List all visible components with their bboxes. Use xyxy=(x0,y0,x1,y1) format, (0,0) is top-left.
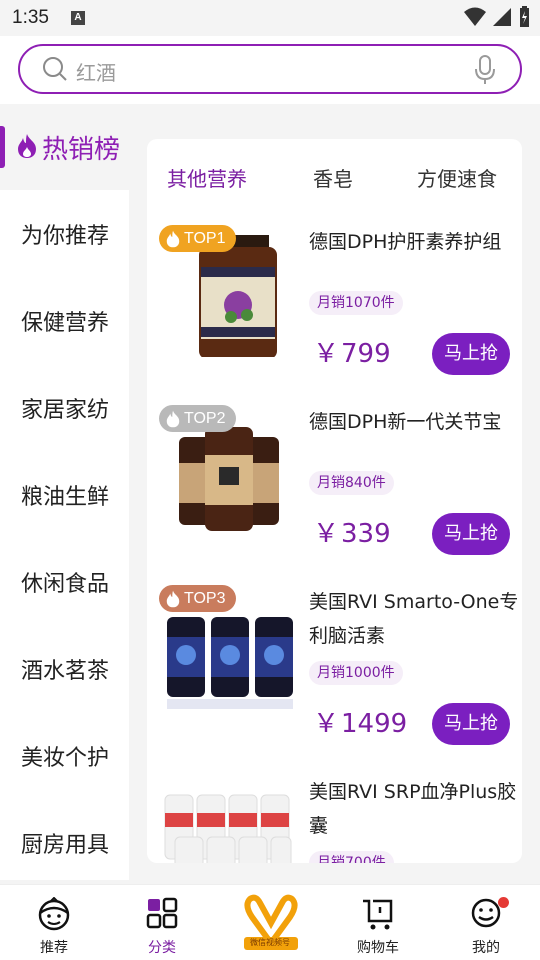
category-item[interactable]: 家居家纺 xyxy=(0,364,129,451)
category-label: 美妆个护 xyxy=(21,746,110,771)
price-currency: ￥ xyxy=(313,519,340,549)
product-name: 德国DPH护肝素养护组 xyxy=(309,231,502,253)
category-label: 保健营养 xyxy=(21,311,110,336)
buy-now-button[interactable]: 马上抢 xyxy=(432,703,510,745)
search-bar-container: 红酒 xyxy=(0,36,540,104)
nav-wechat-channels[interactable]: 微信视频号 xyxy=(216,885,324,960)
flame-icon xyxy=(166,590,180,607)
product-image xyxy=(164,794,292,863)
product-price: ￥799 xyxy=(313,333,391,370)
flame-icon xyxy=(166,410,180,427)
nav-label: 分类 xyxy=(148,940,176,956)
product-card[interactable]: TOP1 德国DPH护肝素养护组 月销1070件 ￥799 马上抢 xyxy=(147,225,522,405)
smiley-face-icon xyxy=(38,897,70,931)
category-item[interactable]: 酒水茗茶 xyxy=(0,625,129,712)
rank-badge: TOP2 xyxy=(159,405,236,432)
cart-icon xyxy=(363,899,393,930)
category-label: 休闲食品 xyxy=(21,572,110,597)
product-panel: 其他营养 香皂 方便速食 TOP1 德国DPH护肝素养护组 月销1070件 ￥7… xyxy=(147,139,522,863)
category-item[interactable]: 休闲食品 xyxy=(0,538,129,625)
product-name: 美国RVI Smarto-One专利脑活素 xyxy=(309,591,519,647)
product-card[interactable]: TOP3 美国RVI Smarto-One专利脑活素 月销1000件 ￥1499… xyxy=(147,585,522,765)
category-label: 厨房用具 xyxy=(21,833,110,858)
status-icons xyxy=(464,6,530,28)
flame-icon xyxy=(166,230,180,247)
price-value: 799 xyxy=(341,339,391,369)
product-name: 美国RVI SRP血净Plus胶囊 xyxy=(309,781,517,837)
category-label: 粮油生鲜 xyxy=(21,485,110,510)
product-name: 德国DPH新一代关节宝 xyxy=(309,411,502,433)
nav-label: 推荐 xyxy=(40,940,68,956)
category-item[interactable]: 美妆个护 xyxy=(0,712,129,799)
sales-badge: 月销1000件 xyxy=(309,661,403,685)
grid-icon xyxy=(146,897,178,929)
nav-label: 微信视频号 xyxy=(250,938,290,947)
category-list: 为你推荐 保健营养 家居家纺 粮油生鲜 休闲食品 酒水茗茶 美妆个护 厨房用具 xyxy=(0,190,129,880)
rank-badge: TOP1 xyxy=(159,225,236,252)
hot-tab-label: 热销榜 xyxy=(42,135,121,165)
notification-a-icon: A xyxy=(71,11,85,25)
buy-now-button[interactable]: 马上抢 xyxy=(432,333,510,375)
nav-recommend[interactable]: 推荐 xyxy=(0,885,108,960)
nav-category[interactable]: 分类 xyxy=(108,885,216,960)
active-indicator xyxy=(0,126,5,168)
price-value: 339 xyxy=(341,519,391,549)
status-bar: 1:35 A xyxy=(0,0,540,36)
nav-label: 我的 xyxy=(472,940,500,956)
category-label: 家居家纺 xyxy=(21,398,110,423)
bottom-navigation: 推荐 分类 微信视频号 购物车 我的 xyxy=(0,884,540,960)
sub-tab-soap[interactable]: 香皂 xyxy=(313,163,353,192)
category-item[interactable]: 保健营养 xyxy=(0,277,129,364)
sub-tab-other-nutrition[interactable]: 其他营养 xyxy=(167,163,247,192)
sales-badge: 月销1070件 xyxy=(309,291,403,315)
sales-badge: 月销840件 xyxy=(309,471,394,495)
buy-now-button[interactable]: 马上抢 xyxy=(432,513,510,555)
battery-icon xyxy=(520,6,529,27)
category-item[interactable]: 为你推荐 xyxy=(0,190,129,277)
sub-tab-instant-food[interactable]: 方便速食 xyxy=(417,163,497,192)
price-currency: ￥ xyxy=(313,709,340,739)
sales-badge: 月销700件 xyxy=(309,851,394,863)
category-item[interactable]: 粮油生鲜 xyxy=(0,451,129,538)
rank-label: TOP3 xyxy=(184,589,226,607)
price-currency: ￥ xyxy=(313,339,340,369)
signal-icon xyxy=(493,8,511,26)
category-label: 为你推荐 xyxy=(21,224,110,249)
rank-label: TOP1 xyxy=(184,229,226,247)
flame-icon xyxy=(18,134,36,158)
category-label: 酒水茗茶 xyxy=(21,659,110,684)
search-icon xyxy=(43,57,67,81)
nav-cart[interactable]: 购物车 xyxy=(324,885,432,960)
product-card[interactable]: 美国RVI SRP血净Plus胶囊 月销700件 xyxy=(147,775,522,863)
wifi-icon xyxy=(464,7,486,26)
nav-profile[interactable]: 我的 xyxy=(432,885,540,960)
nav-label: 购物车 xyxy=(357,940,399,956)
microphone-icon[interactable] xyxy=(474,55,496,85)
rank-label: TOP2 xyxy=(184,409,226,427)
category-item[interactable]: 厨房用具 xyxy=(0,799,129,886)
product-card[interactable]: TOP2 德国DPH新一代关节宝 月销840件 ￥339 马上抢 xyxy=(147,405,522,585)
search-input[interactable]: 红酒 xyxy=(18,44,522,94)
search-placeholder: 红酒 xyxy=(76,61,116,85)
price-value: 1499 xyxy=(341,709,408,739)
notification-dot xyxy=(498,897,509,908)
product-price: ￥1499 xyxy=(313,703,407,740)
category-hot-sales[interactable]: 热销榜 xyxy=(0,124,135,168)
rank-badge: TOP3 xyxy=(159,585,236,612)
status-time: 1:35 xyxy=(12,7,49,28)
product-price: ￥339 xyxy=(313,513,391,550)
